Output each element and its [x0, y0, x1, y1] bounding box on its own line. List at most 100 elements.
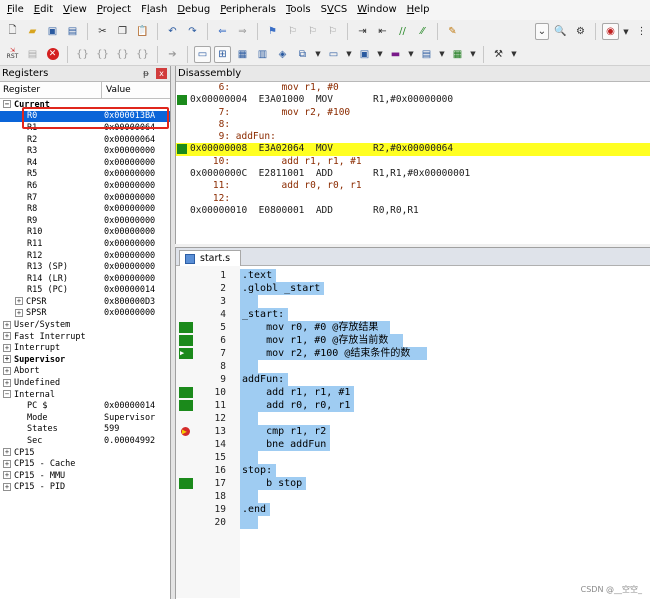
register-value[interactable]: 0x00000000 [104, 204, 155, 214]
menu-svcs[interactable]: SVCS [316, 0, 353, 20]
menu-peripherals[interactable]: Peripherals [215, 0, 281, 20]
instruction-line[interactable]: 0x00000008 E3A02064 MOV R2,#0x00000064 [176, 143, 650, 156]
register-row[interactable]: PC $ 0x00000014 [0, 400, 170, 412]
instruction-line[interactable]: 0x00000004 E3A01000 MOV R1,#0x00000000 [176, 94, 650, 106]
redo-icon[interactable]: ↷ [184, 23, 201, 40]
executed-marker-icon[interactable] [179, 335, 193, 346]
collapse-icon[interactable]: − [3, 100, 11, 109]
chevron-down-icon[interactable]: ▼ [345, 46, 353, 63]
menu-window[interactable]: Window [352, 0, 401, 20]
step-out-icon[interactable]: {} [114, 46, 131, 63]
code-line[interactable]: b stop [240, 477, 302, 490]
register-value[interactable]: 0x00000000 [104, 308, 155, 318]
expand-icon[interactable]: + [3, 355, 11, 364]
register-value[interactable]: 0x00000000 [104, 193, 155, 203]
register-value[interactable]: 0x00000014 [104, 401, 155, 411]
register-row[interactable]: + CPSR 0x800000D3 [0, 296, 170, 308]
code-line[interactable] [240, 451, 242, 464]
code-line[interactable]: mov r0, #0 @存放结果 [240, 321, 378, 334]
register-row[interactable]: R1 0x00000064 [0, 122, 170, 134]
register-value[interactable]: 0x00000000 [104, 158, 155, 168]
code-line[interactable] [240, 516, 242, 529]
menu-help[interactable]: Help [402, 0, 435, 20]
disassembly-window-icon[interactable]: ⊞ [214, 45, 231, 63]
pin-icon[interactable]: ᵽ [140, 69, 152, 79]
executed-marker-icon[interactable] [179, 322, 193, 333]
reset-icon[interactable]: ⇲ RST [4, 46, 21, 63]
analysis-window-icon[interactable]: ▬ [387, 46, 404, 63]
source-line[interactable]: 6: mov r1, #0 [176, 82, 650, 94]
register-row[interactable]: + Undefined [0, 377, 170, 389]
register-row[interactable]: R9 0x00000000 [0, 215, 170, 227]
register-value[interactable]: 0x00000000 [104, 146, 155, 156]
register-row[interactable]: R2 0x00000064 [0, 134, 170, 146]
register-row[interactable]: R10 0x00000000 [0, 227, 170, 239]
chevron-down-icon[interactable]: ▼ [622, 23, 630, 40]
memory-window-icon[interactable]: ▭ [325, 46, 342, 63]
collapse-icon[interactable]: − [3, 390, 11, 399]
register-value[interactable]: 0x00000064 [104, 135, 155, 145]
expand-icon[interactable]: + [3, 482, 11, 491]
registers-window-icon[interactable]: ▥ [254, 46, 271, 63]
register-row[interactable]: R4 0x00000000 [0, 157, 170, 169]
register-row[interactable]: + Abort [0, 366, 170, 378]
indent-icon[interactable]: ⇥ [354, 23, 371, 40]
register-column-header[interactable]: Register [0, 81, 102, 99]
code-line[interactable]: mov r2, #100 @结束条件的数 [240, 347, 410, 360]
expand-icon[interactable]: + [15, 308, 23, 317]
register-row[interactable]: + SPSR 0x00000000 [0, 308, 170, 320]
breakpoint-icon[interactable] [179, 426, 193, 437]
register-value[interactable]: 0x00000000 [104, 251, 155, 261]
menu-view[interactable]: View [58, 0, 92, 20]
source-line[interactable]: 7: mov r2, #100 [176, 107, 650, 119]
value-column-header[interactable]: Value [102, 85, 131, 95]
register-row[interactable]: R6 0x00000000 [0, 180, 170, 192]
register-value[interactable]: 0x00000000 [104, 262, 155, 272]
register-row[interactable]: R11 0x00000000 [0, 238, 170, 250]
bookmark-icon[interactable]: ⚑ [264, 23, 281, 40]
register-row[interactable]: R13 (SP) 0x00000000 [0, 261, 170, 273]
source-line[interactable]: 12: [176, 193, 650, 205]
comment-icon[interactable]: // [394, 23, 411, 40]
undo-icon[interactable]: ↶ [164, 23, 181, 40]
next-bookmark-icon[interactable]: ⚐ [304, 23, 321, 40]
register-value[interactable]: 0x00000014 [104, 285, 155, 295]
register-row[interactable]: States 599 [0, 424, 170, 436]
register-row[interactable]: R14 (LR) 0x00000000 [0, 273, 170, 285]
register-value[interactable]: Supervisor [104, 413, 155, 423]
step-into-icon[interactable]: {} [74, 46, 91, 63]
find-icon[interactable]: 🔍 [552, 23, 569, 40]
code-line[interactable] [240, 490, 242, 503]
source-line[interactable]: 10: add r1, r1, #1 [176, 156, 650, 168]
clear-bookmarks-icon[interactable]: ⚐ [324, 23, 341, 40]
expand-icon[interactable]: + [3, 332, 11, 341]
menu-file[interactable]: File [2, 0, 29, 20]
expand-icon[interactable]: + [3, 378, 11, 387]
copy-icon[interactable]: ❐ [114, 23, 131, 40]
code-line[interactable]: addFun: [240, 373, 284, 386]
chevron-down-icon[interactable]: ▼ [376, 46, 384, 63]
tab-start-s[interactable]: start.s [179, 250, 242, 266]
expand-icon[interactable]: + [3, 459, 11, 468]
register-row[interactable]: R15 (PC) 0x00000014 [0, 285, 170, 297]
save-icon[interactable]: ▣ [44, 23, 61, 40]
expand-icon[interactable]: + [3, 320, 11, 329]
paste-icon[interactable]: 📋 [134, 23, 151, 40]
stop-icon[interactable]: ✕ [44, 46, 61, 63]
register-row[interactable]: R12 0x00000000 [0, 250, 170, 262]
menu-project[interactable]: Project [92, 0, 136, 20]
register-value[interactable]: 0x00000000 [104, 169, 155, 179]
open-folder-icon[interactable]: ▰ [24, 23, 41, 40]
register-row[interactable]: + Supervisor [0, 354, 170, 366]
code-line[interactable] [240, 295, 242, 308]
run-icon[interactable]: ▤ [24, 46, 41, 63]
code-line[interactable] [240, 360, 242, 373]
register-value[interactable]: 0x800000D3 [104, 297, 155, 307]
register-value[interactable]: 0x00000000 [104, 181, 155, 191]
code-line[interactable]: mov r1, #0 @存放当前数 [240, 334, 388, 347]
register-row[interactable]: R3 0x00000000 [0, 145, 170, 157]
register-row[interactable]: + CP15 - MMU [0, 470, 170, 482]
executed-marker-icon[interactable] [179, 387, 193, 398]
show-next-statement-icon[interactable]: ➔ [164, 46, 181, 63]
serial-window-icon[interactable]: ▣ [356, 46, 373, 63]
